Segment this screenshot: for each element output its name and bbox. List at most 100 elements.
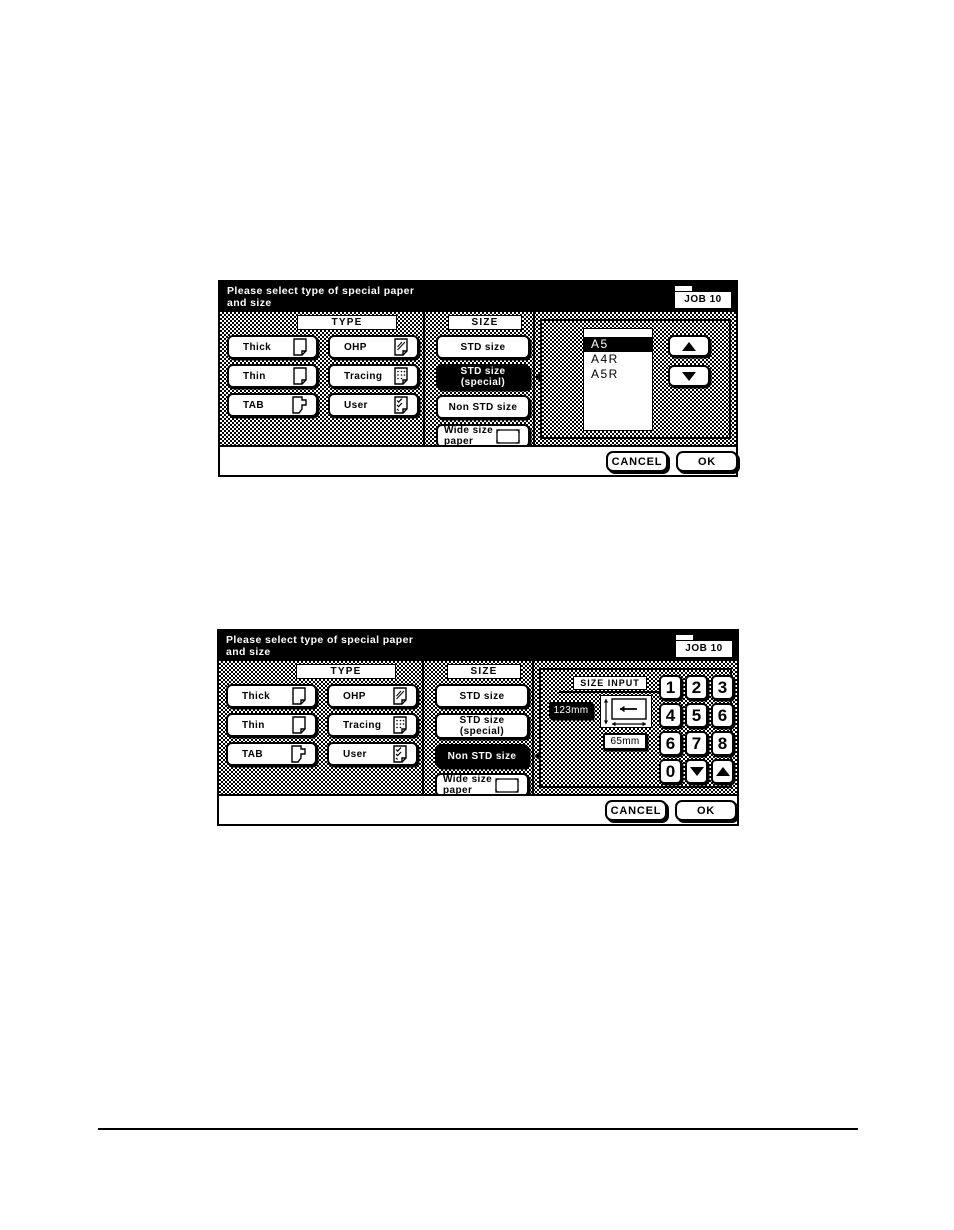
size-button-label: Non STD size — [447, 750, 517, 762]
keypad-key-label: 1 — [665, 677, 676, 697]
ok-button[interactable]: OK — [675, 800, 737, 821]
paper-tab-icon — [292, 396, 307, 414]
paper-plain-icon — [293, 367, 307, 385]
cancel-button[interactable]: CANCEL — [606, 451, 668, 472]
keypad-key-1[interactable]: 1 — [659, 675, 682, 700]
keypad-key-label: 6 — [717, 705, 728, 725]
size-button-label: STD size — [460, 341, 506, 353]
type-button-tracing[interactable]: Tracing — [328, 364, 419, 388]
type-button-user[interactable]: User — [328, 393, 419, 417]
size-button-std-size-special[interactable]: STD size (special) — [435, 713, 529, 739]
type-button-thick[interactable]: Thick — [227, 335, 318, 359]
column-separator-1 — [423, 312, 425, 445]
keypad-key-label: 7 — [691, 733, 702, 753]
type-button-user[interactable]: User — [327, 742, 418, 766]
scroll-down-button[interactable] — [668, 365, 710, 387]
keypad-key-3[interactable]: 3 — [711, 675, 734, 700]
type-button-tab[interactable]: TAB — [226, 742, 317, 766]
special-paper-dialog-std-special: Please select type of special paper and … — [218, 280, 738, 477]
size-button-label: STD size (special) — [459, 714, 505, 737]
dialog-title: Please select type of special paper and … — [226, 634, 414, 658]
cancel-button[interactable]: CANCEL — [605, 800, 667, 821]
type-button-thin[interactable]: Thin — [226, 713, 317, 737]
type-button-tab[interactable]: TAB — [227, 393, 318, 417]
ok-button-label: OK — [697, 455, 717, 468]
type-button-thin[interactable]: Thin — [227, 364, 318, 388]
paper-tracing-icon — [393, 716, 407, 734]
keypad-key-down[interactable] — [685, 759, 708, 784]
list-item[interactable]: A5R — [584, 367, 652, 382]
size-button-label: Non STD size — [448, 401, 518, 413]
size-button-label: STD size — [459, 690, 505, 702]
type-button-label: OHP — [343, 690, 366, 702]
paper-tab-icon — [291, 745, 306, 763]
horizontal-size-field[interactable]: 65mm — [603, 733, 647, 750]
triangle-down-icon — [689, 767, 704, 776]
size-button-std-size[interactable]: STD size — [436, 335, 530, 359]
ok-button[interactable]: OK — [676, 451, 738, 472]
list-item[interactable]: A4R — [584, 352, 652, 367]
triangle-down-icon — [682, 371, 696, 381]
keypad-key-label: 8 — [717, 733, 728, 753]
keypad-key-5[interactable]: 5 — [685, 703, 708, 728]
keypad-key-label: 5 — [691, 705, 702, 725]
size-button-non-std-size[interactable]: Non STD size — [435, 744, 529, 768]
keypad-key-7[interactable]: 7 — [685, 731, 708, 756]
keypad-key-label: 0 — [665, 761, 676, 781]
paper-plain-icon — [292, 716, 306, 734]
type-button-label: Tracing — [343, 719, 382, 731]
scroll-up-button[interactable] — [668, 335, 710, 357]
type-button-tracing[interactable]: Tracing — [327, 713, 418, 737]
keypad-key-6b[interactable]: 6 — [659, 731, 682, 756]
paper-plain-icon — [293, 338, 307, 356]
keypad-key-6[interactable]: 6 — [711, 703, 734, 728]
size-list[interactable]: A5 A4R A5R — [583, 328, 653, 431]
type-button-label: Thin — [243, 370, 266, 382]
triangle-up-icon — [682, 341, 696, 351]
section-header-size: SIZE — [448, 315, 522, 330]
size-input-heading: SIZE INPUT — [573, 676, 647, 690]
cancel-button-label: CANCEL — [610, 804, 662, 817]
cancel-button-label: CANCEL — [611, 455, 663, 468]
triangle-up-icon — [715, 767, 730, 776]
size-button-label: Wide size paper — [443, 774, 493, 796]
type-button-ohp[interactable]: OHP — [328, 335, 419, 359]
size-button-label: Wide size paper — [444, 425, 494, 447]
size-list-panel: A5 A4R A5R — [540, 319, 731, 439]
section-header-type: TYPE — [296, 664, 396, 679]
ok-button-label: OK — [696, 804, 716, 817]
dialog-titlebar: Please select type of special paper and … — [219, 631, 737, 661]
dialog-titlebar: Please select type of special paper and … — [220, 282, 736, 312]
type-button-label: OHP — [344, 341, 367, 353]
paper-ohp-icon — [393, 687, 407, 705]
column-separator-1 — [422, 661, 424, 794]
keypad-key-4[interactable]: 4 — [659, 703, 682, 728]
page-footer-rule — [98, 1128, 858, 1130]
section-header-size: SIZE — [447, 664, 521, 679]
type-button-label: Thick — [242, 690, 271, 702]
paper-ohp-icon — [394, 338, 408, 356]
size-input-rule — [559, 691, 659, 693]
column-separator-2 — [532, 661, 534, 794]
keypad-key-0[interactable]: 0 — [659, 759, 682, 784]
keypad-key-label: 6 — [665, 733, 676, 753]
type-button-label: User — [343, 748, 367, 760]
type-button-label: User — [344, 399, 368, 411]
list-item[interactable]: A5 — [584, 337, 652, 352]
size-button-non-std-size[interactable]: Non STD size — [436, 395, 530, 419]
size-button-std-size-special[interactable]: STD size (special) — [436, 364, 530, 390]
keypad-key-2[interactable]: 2 — [685, 675, 708, 700]
keypad-key-up[interactable] — [711, 759, 734, 784]
dialog-body: TYPE SIZE Thick OHP Thin Tracing TAB Use… — [219, 661, 737, 797]
keypad-key-label: 2 — [691, 677, 702, 697]
type-button-label: Thick — [243, 341, 272, 353]
paper-dimensions-icon — [600, 695, 652, 728]
vertical-size-field[interactable]: 123mm — [549, 702, 593, 719]
paper-user-icon — [393, 745, 407, 763]
keypad-key-8[interactable]: 8 — [711, 731, 734, 756]
type-button-thick[interactable]: Thick — [226, 684, 317, 708]
job-badge: JOB 10 — [674, 291, 732, 309]
type-button-ohp[interactable]: OHP — [327, 684, 418, 708]
size-button-std-size[interactable]: STD size — [435, 684, 529, 708]
dialog-body: TYPE SIZE Thick OHP Thin Tracing TAB Use… — [220, 312, 736, 448]
